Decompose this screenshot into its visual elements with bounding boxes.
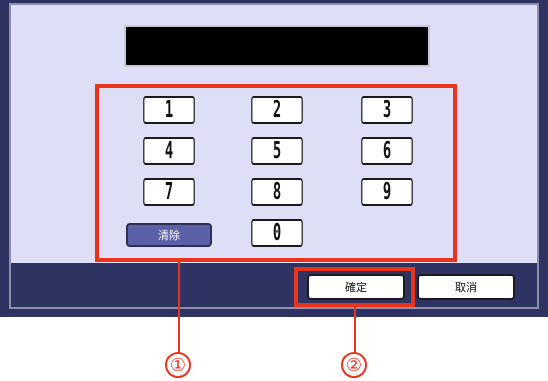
cancel-button[interactable]: 取消 (417, 274, 515, 300)
callout-1: ① (165, 352, 191, 378)
callout-2-label: ② (345, 354, 363, 376)
keypad-highlight (95, 84, 457, 262)
callout-2-leader (354, 307, 356, 354)
cancel-button-label: 取消 (455, 281, 477, 294)
number-display (124, 25, 430, 67)
callout-1-leader (178, 262, 180, 354)
callout-2: ② (341, 352, 367, 378)
callout-1-label: ① (169, 354, 187, 376)
confirm-highlight (294, 267, 415, 307)
